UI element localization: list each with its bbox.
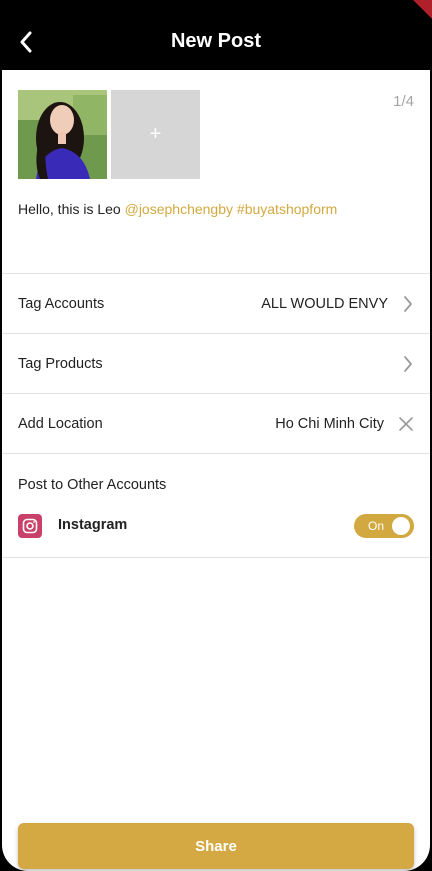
add-location-label: Add Location xyxy=(18,415,103,432)
chevron-right-icon xyxy=(402,355,414,373)
page-title: New Post xyxy=(170,30,262,52)
chevron-right-icon xyxy=(402,295,414,313)
share-button[interactable]: Share xyxy=(18,823,414,869)
other-accounts-section: Post to Other Accounts Instagram On xyxy=(2,453,430,558)
instagram-toggle[interactable]: On xyxy=(354,514,414,538)
instagram-icon xyxy=(18,514,42,538)
caption-body: Hello, this is Leo xyxy=(18,201,121,217)
tag-accounts-value: ALL WOULD ENVY xyxy=(261,295,388,312)
post-photo[interactable] xyxy=(18,90,107,179)
tag-accounts-label: Tag Accounts xyxy=(18,295,105,312)
toggle-label: On xyxy=(368,519,385,533)
caption-mention[interactable]: @josephchengby xyxy=(125,201,233,217)
clear-location-icon[interactable] xyxy=(398,416,414,432)
caption-text[interactable]: Hello, this is Leo @josephchengby #buyat… xyxy=(18,200,414,218)
caption-hashtag[interactable]: #buyatshopform xyxy=(237,201,337,217)
tag-products-row[interactable]: Tag Products xyxy=(2,333,430,393)
photo-counter: 1/4 xyxy=(393,93,414,110)
tag-products-label: Tag Products xyxy=(18,355,103,372)
instagram-label: Instagram xyxy=(58,517,128,533)
phone-screen: New Post + 1/4 Hello, this is Leo @josep… xyxy=(0,0,432,871)
other-accounts-title: Post to Other Accounts xyxy=(18,477,167,493)
header-bar: New Post xyxy=(0,0,432,70)
add-photo-button[interactable]: + xyxy=(111,90,200,179)
debug-ribbon xyxy=(406,0,432,20)
location-value: Ho Chi Minh City xyxy=(275,415,384,432)
photo-thumbnail xyxy=(18,90,107,179)
tag-accounts-row[interactable]: Tag Accounts ALL WOULD ENVY xyxy=(2,273,430,333)
add-location-row[interactable]: Add Location Ho Chi Minh City xyxy=(2,393,430,453)
toggle-knob xyxy=(392,517,410,535)
post-content: + 1/4 Hello, this is Leo @josephchengby … xyxy=(2,70,430,871)
